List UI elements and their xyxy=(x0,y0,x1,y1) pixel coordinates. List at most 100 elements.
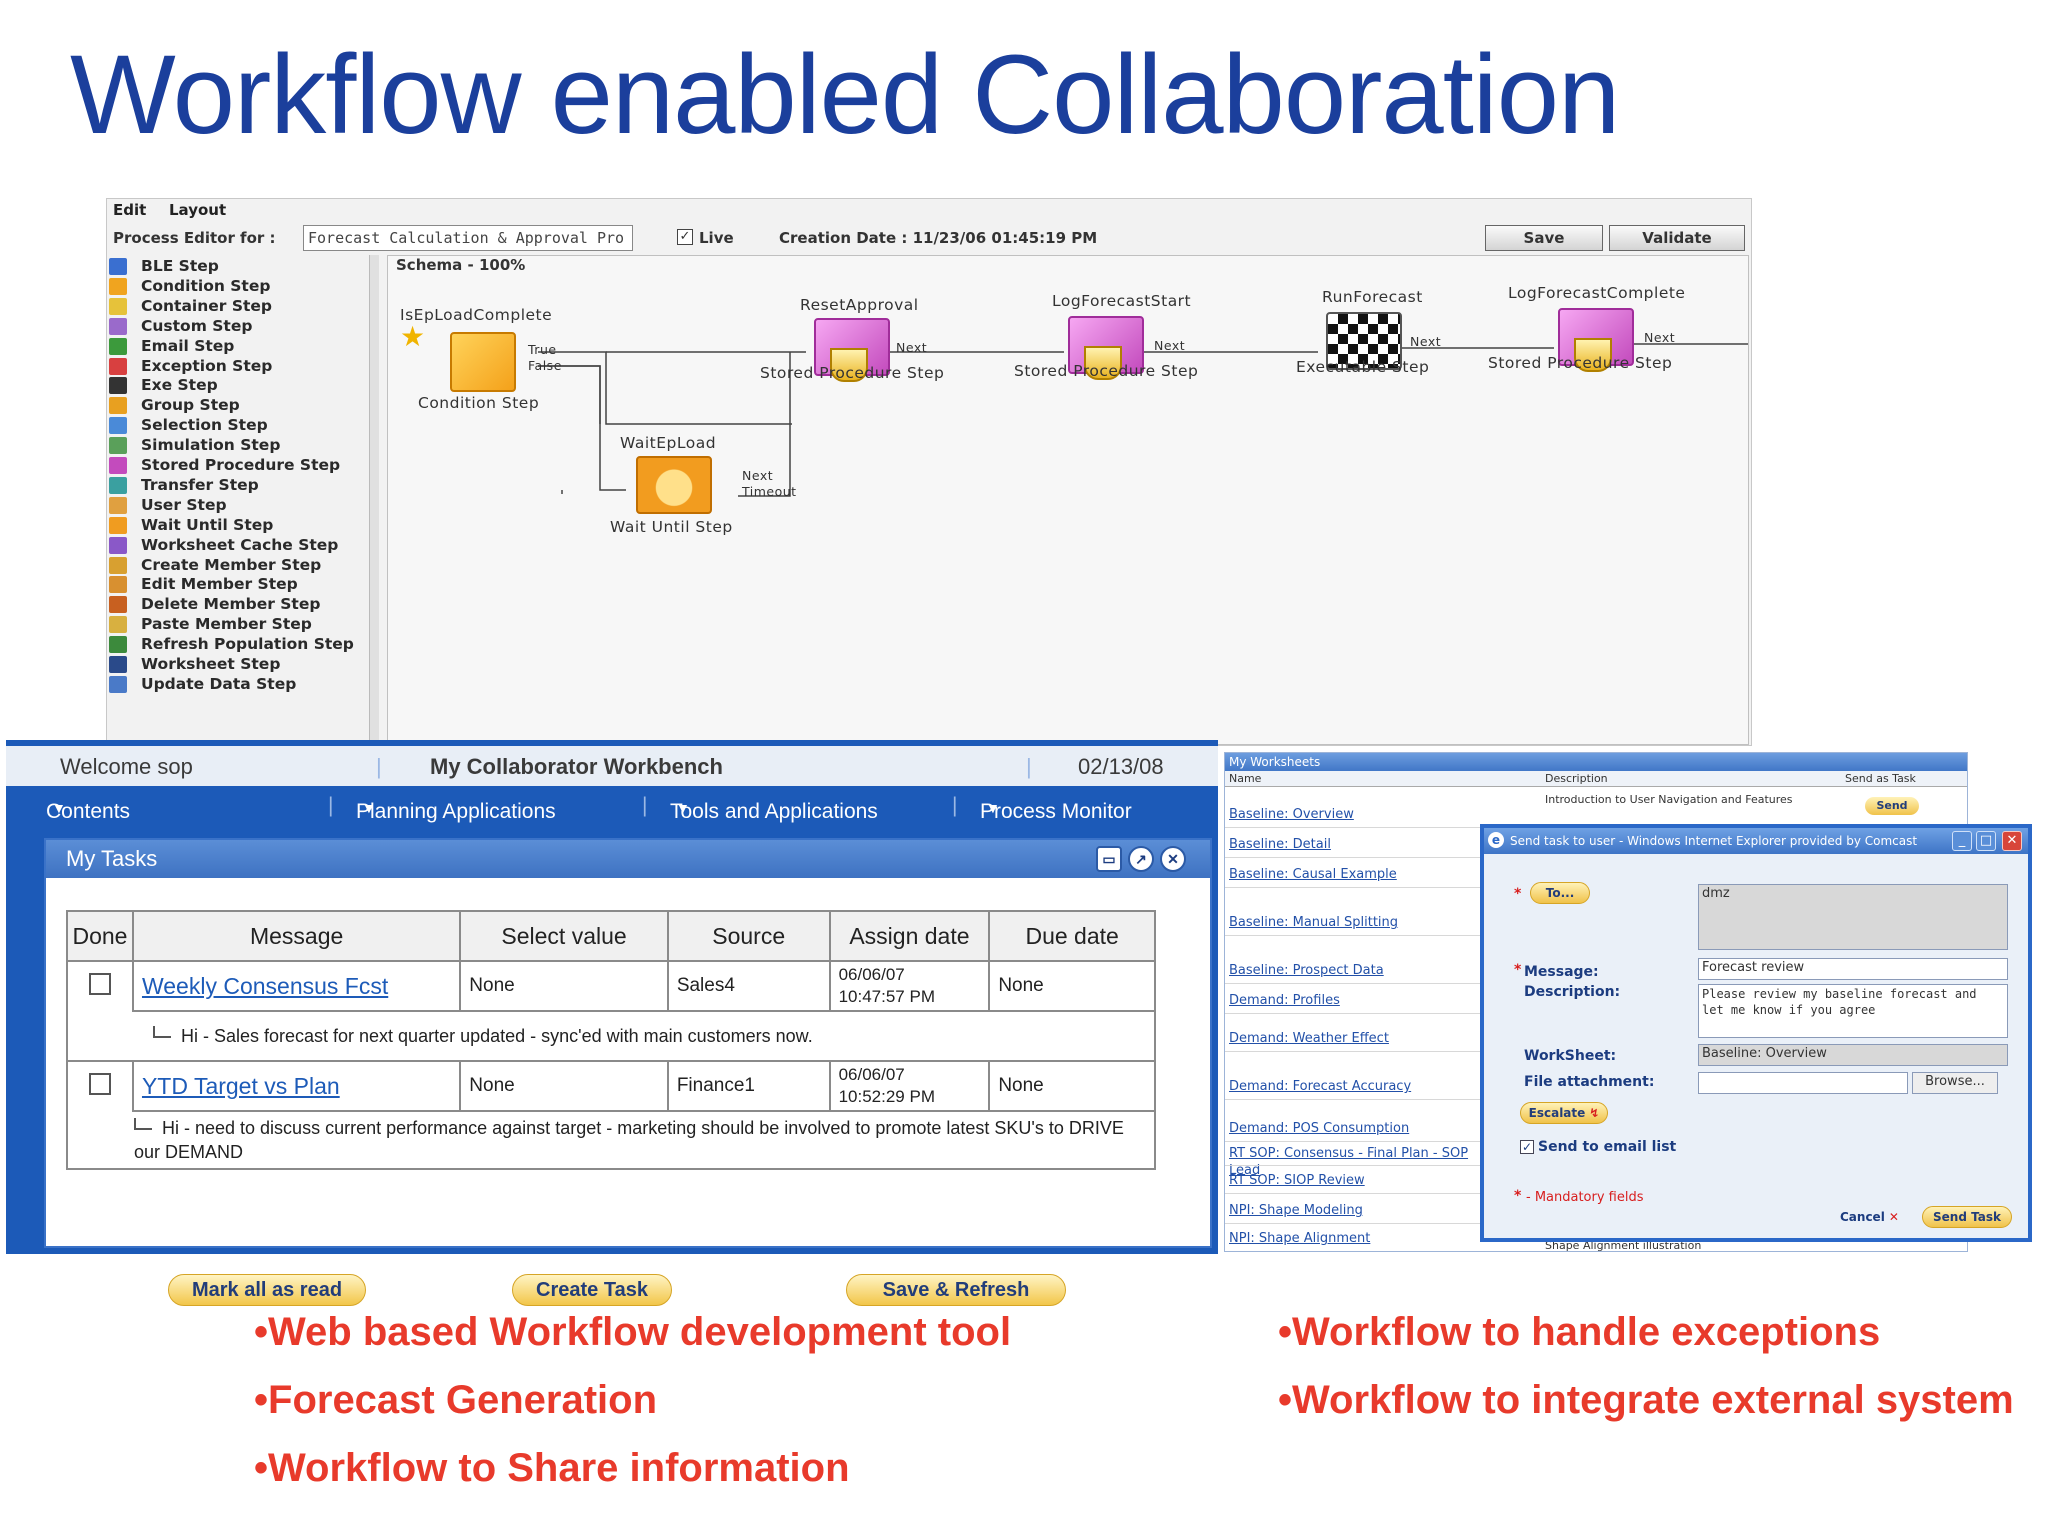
palette-item-label: Condition Step xyxy=(141,276,271,295)
task-note-row: Hi - need to discuss current performance… xyxy=(66,1111,1156,1170)
menu-edit[interactable]: Edit xyxy=(113,201,146,219)
node-run-type: Executable Step xyxy=(1296,358,1430,376)
select-value-cell: None xyxy=(459,960,669,1012)
task-link[interactable]: YTD Target vs Plan xyxy=(142,1073,340,1099)
node-reset-name: ResetApproval xyxy=(800,296,919,314)
col-due-date[interactable]: Due date xyxy=(988,910,1156,962)
reply-connector-icon xyxy=(134,1118,152,1130)
done-checkbox[interactable] xyxy=(88,1072,111,1095)
save-button[interactable]: Save xyxy=(1485,225,1603,251)
worksheet-link[interactable]: Demand: Weather Effect xyxy=(1229,1031,1389,1046)
dialog-title: Send task to user - Windows Internet Exp… xyxy=(1484,828,2028,854)
close-icon[interactable]: ✕ xyxy=(2002,831,2022,851)
minimize-icon[interactable]: ▭ xyxy=(1096,846,1122,872)
close-icon: ✕ xyxy=(1888,1210,1899,1224)
send-task-submit-button[interactable]: Send Task xyxy=(1922,1206,2012,1228)
step-type-icon xyxy=(109,337,127,355)
task-note-row: Hi - Sales forecast for next quarter upd… xyxy=(66,1011,1157,1062)
step-type-icon xyxy=(109,437,127,455)
worksheet-link[interactable]: NPI: Shape Alignment xyxy=(1229,1231,1370,1246)
my-tasks-panel: My Tasks ▭ ↗ ✕ Done Message Select value… xyxy=(44,838,1212,1306)
bullet-share-information: •Workflow to Share information xyxy=(254,1446,850,1490)
task-note: Hi - need to discuss current performance… xyxy=(66,1111,1156,1170)
mark-all-read-button[interactable]: Mark all as read xyxy=(168,1274,366,1306)
create-task-button[interactable]: Create Task xyxy=(512,1274,672,1306)
workflow-canvas[interactable]: Schema - 100% ★ IsEpLoadComplete True Fa… xyxy=(387,255,1749,745)
workbench-nav: Contents ▼ | Planning Applications ▼ | Too… xyxy=(46,794,1132,823)
send-task-button[interactable]: Send xyxy=(1865,797,1919,815)
col-assign-date[interactable]: Assign date xyxy=(828,910,991,962)
worksheet-link[interactable]: Baseline: Manual Splitting xyxy=(1229,915,1398,930)
due-date-cell: None xyxy=(988,960,1156,1012)
save-refresh-button[interactable]: Save & Refresh xyxy=(846,1274,1066,1306)
node-wait-timeout: Timeout xyxy=(742,484,797,499)
col-source[interactable]: Source xyxy=(666,910,831,962)
step-type-icon xyxy=(109,476,127,494)
collaborator-workbench: Welcome sop | My Collaborator Workbench … xyxy=(6,740,1218,1306)
col-select-value[interactable]: Select value xyxy=(459,910,669,962)
maximize-icon[interactable]: □ xyxy=(1976,831,1996,851)
browse-button[interactable]: Browse... xyxy=(1912,1072,1998,1094)
worksheet-link[interactable]: Baseline: Detail xyxy=(1229,837,1331,852)
cancel-button[interactable]: Cancel ✕ xyxy=(1840,1210,1899,1224)
message-label: Message: xyxy=(1524,964,1599,980)
close-icon[interactable]: ✕ xyxy=(1160,846,1186,872)
process-name-input[interactable]: Forecast Calculation & Approval Pro xyxy=(303,225,633,251)
escalate-button[interactable]: Escalate ↯ xyxy=(1520,1102,1608,1124)
to-field[interactable]: dmz xyxy=(1698,884,2008,950)
task-note: Hi - Sales forecast for next quarter upd… xyxy=(132,1011,1157,1062)
col-done[interactable]: Done xyxy=(66,910,134,962)
col-message[interactable]: Message xyxy=(131,910,462,962)
worksheet-link[interactable]: RT SOP: SIOP Review xyxy=(1229,1173,1365,1188)
nav-separator: | xyxy=(328,794,334,817)
tasks-header-row: Done Message Select value Source Assign … xyxy=(66,910,1156,962)
worksheet-link[interactable]: Demand: POS Consumption xyxy=(1229,1121,1409,1136)
worksheet-link[interactable]: Demand: Forecast Accuracy xyxy=(1229,1079,1411,1094)
worksheet-link[interactable]: Baseline: Overview xyxy=(1229,807,1354,822)
description-field[interactable]: Please review my baseline forecast and l… xyxy=(1698,984,2008,1038)
step-type-icon xyxy=(109,417,127,435)
description-label: Description: xyxy=(1524,984,1621,1000)
worksheets-title: My Worksheets xyxy=(1225,753,1967,771)
nav-separator: | xyxy=(642,794,648,817)
worksheet-label: WorkSheet: xyxy=(1524,1048,1617,1064)
node-logcomplete-type: Stored Procedure Step xyxy=(1488,354,1673,372)
palette-scrollbar[interactable] xyxy=(369,255,379,745)
palette-item-label: Edit Member Step xyxy=(141,575,298,594)
tasks-table: Done Message Select value Source Assign … xyxy=(66,910,1157,1170)
alarm-clock-icon[interactable] xyxy=(636,456,712,514)
palette-item-label: Simulation Step xyxy=(141,436,281,455)
expand-icon[interactable]: ↗ xyxy=(1128,846,1154,872)
message-field[interactable]: Forecast review xyxy=(1698,958,2008,980)
palette-item-label: Refresh Population Step xyxy=(141,635,354,654)
palette-item-label: Group Step xyxy=(141,396,240,415)
nav-separator: | xyxy=(952,794,958,817)
menu-layout[interactable]: Layout xyxy=(169,201,226,219)
live-checkbox[interactable]: ✓ xyxy=(677,229,693,245)
start-star-icon: ★ xyxy=(400,320,426,353)
palette-item-label: User Step xyxy=(141,495,227,514)
to-button[interactable]: To... xyxy=(1530,882,1590,904)
step-type-icon xyxy=(109,297,127,315)
validate-button[interactable]: Validate xyxy=(1609,225,1745,251)
done-checkbox[interactable] xyxy=(88,972,111,995)
required-asterisk: * xyxy=(1514,962,1522,978)
minimize-icon[interactable]: _ xyxy=(1952,831,1972,851)
topbar-separator: | xyxy=(1026,754,1032,779)
worksheet-link[interactable]: Baseline: Prospect Data xyxy=(1229,963,1384,978)
email-checkbox[interactable]: ✓ xyxy=(1520,1140,1534,1154)
task-link[interactable]: Weekly Consensus Fcst xyxy=(142,973,388,999)
attachment-field[interactable] xyxy=(1698,1072,1908,1094)
worksheet-field[interactable]: Baseline: Overview xyxy=(1698,1044,2008,1066)
assign-date-cell: 06/06/07 10:52:29 PM xyxy=(828,1060,991,1112)
worksheet-link[interactable]: NPI: Shape Modeling xyxy=(1229,1203,1363,1218)
node-logstart-next: Next xyxy=(1154,338,1186,353)
worksheet-link[interactable]: Demand: Profiles xyxy=(1229,993,1340,1008)
palette-item-label: Worksheet Step xyxy=(141,655,281,673)
message-cell: Weekly Consensus Fcst xyxy=(131,960,462,1012)
condition-step-icon[interactable] xyxy=(450,332,516,392)
palette-item-label: BLE Step xyxy=(141,257,219,275)
note-spacer xyxy=(66,1011,133,1062)
worksheet-link[interactable]: Baseline: Causal Example xyxy=(1229,867,1397,882)
done-cell xyxy=(66,960,134,1011)
